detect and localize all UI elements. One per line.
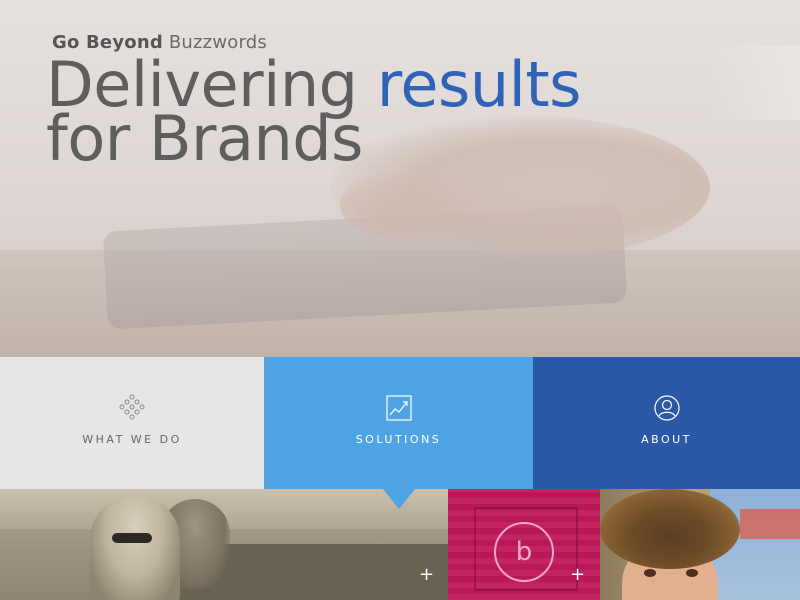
nav-tiles: WHAT WE DO SOLUTIONS ABOUT xyxy=(0,357,800,489)
chart-icon xyxy=(385,394,413,422)
tile-solutions[interactable]: SOLUTIONS xyxy=(264,357,533,489)
expand-plus-icon[interactable]: + xyxy=(570,566,585,584)
tile-label-solutions: SOLUTIONS xyxy=(355,433,442,446)
tile-label-about: ABOUT xyxy=(641,433,692,446)
panel-child-eye-left xyxy=(644,569,656,577)
panel-person-woman xyxy=(90,495,180,600)
panel-child-hair xyxy=(600,489,740,569)
panel-child-eye-right xyxy=(686,569,698,577)
diamond-dots-icon xyxy=(118,394,146,422)
hero-cup-backdrop xyxy=(705,45,800,120)
person-icon xyxy=(653,394,681,422)
hero-headline: Delivering results for Brands xyxy=(46,54,581,170)
panel-child-image[interactable] xyxy=(600,489,800,600)
hero-banner: Go Beyond Buzzwords Delivering results f… xyxy=(0,0,800,357)
expand-plus-icon[interactable]: + xyxy=(419,566,434,584)
tile-about[interactable]: ABOUT xyxy=(533,357,800,489)
tile-what-we-do[interactable]: WHAT WE DO xyxy=(0,357,264,489)
tile-label-what-we-do: WHAT WE DO xyxy=(82,433,182,446)
sunglasses-shape xyxy=(112,533,152,543)
panel-couple-car-image[interactable] xyxy=(0,489,448,600)
hero-finger-image xyxy=(340,170,480,240)
circle-logo-icon: b xyxy=(494,522,554,582)
panel-child-background-accent xyxy=(740,509,800,539)
active-tile-pointer xyxy=(383,489,415,509)
headline-accent: results xyxy=(376,48,582,121)
